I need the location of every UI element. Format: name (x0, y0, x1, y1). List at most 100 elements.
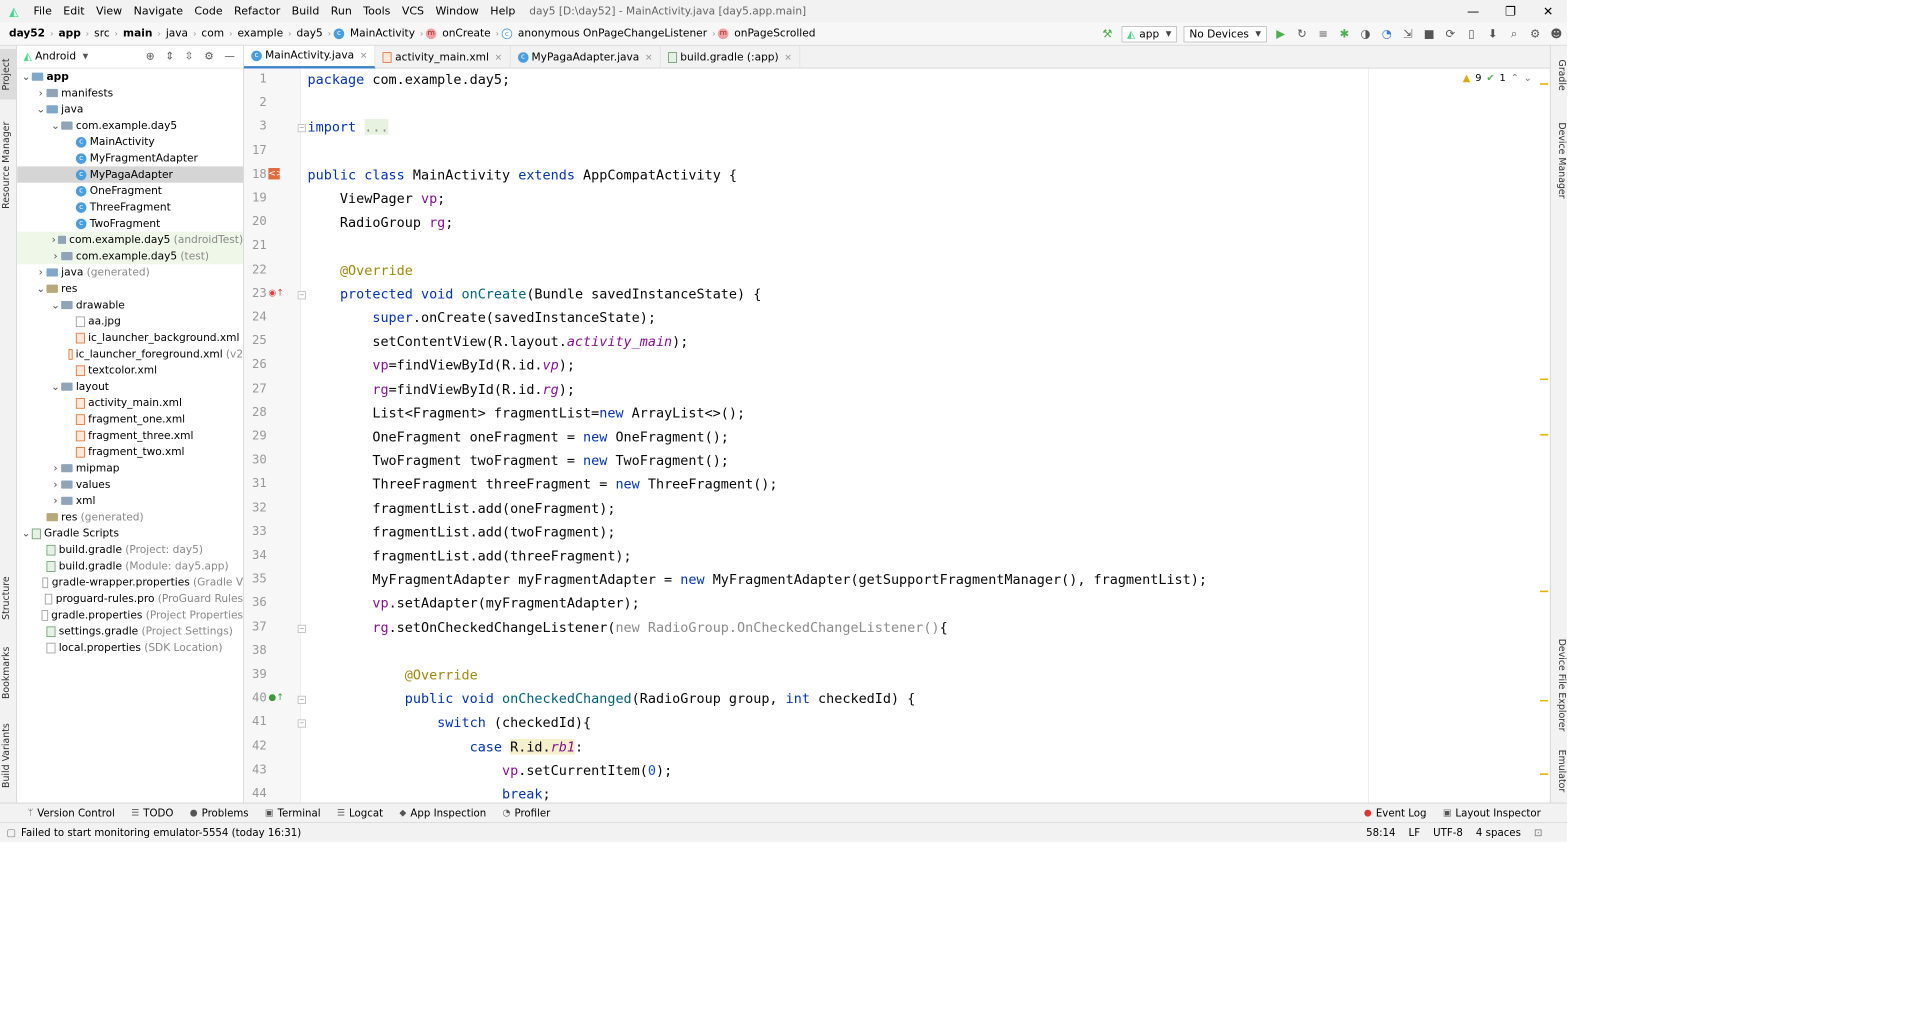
tree-item[interactable]: ⌄ app (17, 69, 243, 85)
breadcrumb-main[interactable]: main (121, 28, 155, 40)
menu-run[interactable]: Run (325, 5, 358, 18)
status-message[interactable]: Failed to start monitoring emulator-5554… (21, 826, 301, 838)
tree-item[interactable]: gradle-wrapper.properties (Gradle V (17, 574, 243, 590)
run-config-select[interactable]: ◭ app ▼ (1121, 26, 1178, 43)
chevron-right-icon[interactable]: › (50, 462, 61, 474)
breadcrumb-day5[interactable]: day5 (294, 28, 325, 40)
code-line[interactable]: vp.setAdapter(myFragmentAdapter); (308, 596, 639, 616)
code-line[interactable]: rg.setOnCheckedChangeListener(new RadioG… (308, 620, 948, 640)
debug-icon[interactable]: ✱ (1334, 28, 1355, 41)
line-number[interactable]: 26 (244, 357, 267, 372)
code-line[interactable]: public void onCheckedChanged(RadioGroup … (308, 691, 916, 711)
bottom-tab[interactable]: ◆ App Inspection (391, 803, 494, 822)
bottom-tab[interactable]: ᛘ Version Control (20, 803, 123, 822)
chevron-down-icon[interactable]: ⌄ (20, 527, 31, 539)
line-number[interactable]: 1 (244, 71, 266, 86)
code-line[interactable]: rg=findViewById(R.id.rg); (308, 381, 575, 401)
attach-debugger-icon[interactable]: ◔ (1376, 28, 1397, 41)
tree-item[interactable]: › com.example.day5 (androidTest) (17, 231, 244, 248)
tree-item[interactable]: ⌄ res (17, 281, 243, 297)
line-number[interactable]: 37 (244, 619, 267, 634)
tree-item[interactable]: c MyFragmentAdapter (17, 150, 243, 166)
line-number[interactable]: 32 (244, 500, 267, 515)
menu-file[interactable]: File (28, 5, 58, 18)
code-line[interactable]: super.onCreate(savedInstanceState); (308, 310, 656, 330)
line-number[interactable]: 30 (244, 452, 267, 467)
code-line[interactable]: break; (308, 786, 551, 802)
code-line[interactable]: List<Fragment> fragmentList=new ArrayLis… (308, 405, 745, 425)
warning-marker[interactable] (1540, 378, 1549, 381)
tool-tab-bookmarks[interactable]: Bookmarks (0, 640, 17, 707)
close-icon[interactable]: ✕ (784, 52, 792, 63)
bottom-tab[interactable]: ☰ TODO (123, 803, 182, 822)
line-number[interactable]: 23 (244, 285, 267, 300)
menu-vcs[interactable]: VCS (396, 5, 430, 18)
menu-build[interactable]: Build (286, 5, 325, 18)
chevron-right-icon[interactable]: › (50, 478, 61, 490)
bottom-tab[interactable]: ● Event Log (1356, 803, 1435, 822)
breadcrumb-method-2[interactable]: onPageScrolled (732, 28, 818, 40)
run-icon[interactable]: ▶ (1270, 28, 1291, 41)
line-number[interactable]: 39 (244, 666, 267, 681)
line-number[interactable]: 19 (244, 190, 267, 205)
bottom-tab[interactable]: ▣ Terminal (257, 803, 329, 822)
bottom-tab[interactable]: ▣ Layout Inspector (1435, 803, 1549, 822)
chevron-up-icon[interactable]: ⌃ (1511, 72, 1519, 83)
fold-icon[interactable]: − (297, 719, 306, 728)
code-line[interactable]: fragmentList.add(threeFragment); (308, 548, 631, 568)
inspection-widget[interactable]: ▲ 9 ✔ 1 ⌃ ⌄ (1462, 71, 1532, 84)
tree-item[interactable]: settings.gradle (Project Settings) (17, 623, 243, 639)
expand-all-icon[interactable]: ⇕ (165, 51, 174, 63)
tree-item[interactable]: proguard-rules.pro (ProGuard Rules (17, 591, 243, 607)
override-icon[interactable]: ●↑ (268, 692, 283, 703)
line-number[interactable]: 3 (244, 119, 266, 134)
tree-item[interactable]: › java (generated) (17, 264, 243, 280)
chevron-right-icon[interactable]: › (50, 234, 58, 246)
line-separator[interactable]: LF (1409, 826, 1421, 838)
collapse-all-icon[interactable]: ⇳ (185, 51, 194, 63)
menu-refactor[interactable]: Refactor (228, 5, 286, 18)
chevron-right-icon[interactable]: › (50, 250, 61, 262)
code-area[interactable]: package com.example.day5; import ... publi… (308, 69, 1550, 803)
menu-code[interactable]: Code (189, 5, 229, 18)
tree-item[interactable]: res (generated) (17, 509, 243, 525)
close-icon[interactable]: ✕ (645, 52, 653, 63)
tool-tab-gradle[interactable]: Gradle (1551, 51, 1567, 100)
code-line[interactable]: RadioGroup rg; (308, 215, 453, 235)
tree-item[interactable]: ⌄ drawable (17, 297, 243, 313)
line-number[interactable]: 29 (244, 428, 267, 443)
line-number[interactable]: 27 (244, 381, 267, 396)
stop-icon[interactable]: ■ (1419, 28, 1440, 41)
tool-tab-device-manager[interactable]: Device Manager (1551, 116, 1567, 206)
tree-item[interactable]: fragment_one.xml (17, 411, 243, 427)
line-number[interactable]: 44 (244, 786, 267, 801)
editor-tab[interactable]: c MainActivity.java ✕ (243, 45, 376, 69)
tree-item[interactable]: gradle.properties (Project Properties (17, 607, 243, 623)
editor-tab[interactable]: build.gradle (:app) ✕ (661, 45, 801, 69)
override-icon[interactable]: ◉↑ (268, 287, 283, 298)
gear-icon[interactable]: ⚙ (1525, 28, 1546, 41)
line-number[interactable]: 33 (244, 524, 267, 539)
tree-item[interactable]: c TwoFragment (17, 215, 243, 231)
tool-tab-build-variants[interactable]: Build Variants (0, 715, 17, 797)
menu-help[interactable]: Help (485, 5, 522, 18)
tree-item[interactable]: fragment_three.xml (17, 427, 243, 443)
line-number[interactable]: 21 (244, 238, 267, 253)
fold-icon[interactable]: − (297, 124, 306, 133)
tree-item[interactable]: › values (17, 476, 243, 492)
close-icon[interactable]: ✕ (495, 52, 503, 63)
tree-item[interactable]: › manifests (17, 85, 243, 101)
hammer-icon[interactable]: ⚒ (1097, 28, 1118, 41)
search-icon[interactable]: ⌕ (1503, 28, 1524, 41)
chevron-down-icon[interactable]: ⌄ (50, 299, 61, 311)
caret-position[interactable]: 58:14 (1366, 826, 1395, 838)
chevron-down-icon[interactable]: ⌄ (20, 71, 31, 83)
chevron-down-icon[interactable]: ⌄ (35, 283, 46, 295)
tool-tab-resource-manager[interactable]: Resource Manager (0, 113, 17, 219)
tree-item[interactable]: ic_launcher_foreground.xml (v2 (17, 346, 243, 362)
menu-view[interactable]: View (90, 5, 128, 18)
line-number[interactable]: 28 (244, 404, 267, 419)
minimize-button[interactable]: — (1454, 0, 1492, 23)
tool-tab-structure[interactable]: Structure (0, 568, 17, 628)
tree-item[interactable]: › com.example.day5 (test) (17, 247, 244, 265)
